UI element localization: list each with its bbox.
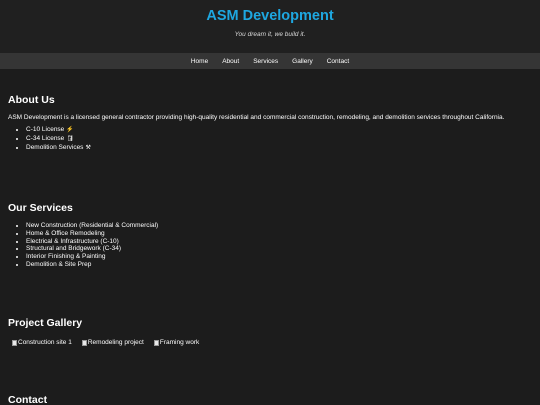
main-nav: Home About Services Gallery Contact: [0, 53, 540, 69]
barrel-icon: 🛢: [66, 135, 74, 142]
list-item: C-10 License⚡: [26, 126, 532, 135]
list-item: Electrical & Infrastructure (C-10): [26, 238, 532, 246]
site-title: ASM Development: [206, 8, 334, 24]
broken-image-icon: [81, 339, 87, 346]
services-heading: Our Services: [8, 202, 73, 214]
gallery-section: Project Gallery Construction site 1 Remo…: [8, 317, 532, 346]
lightning-icon: ⚡: [66, 127, 74, 133]
gallery-heading: Project Gallery: [8, 317, 83, 329]
list-item: C-34 License🛢: [26, 135, 532, 144]
about-section: About Us ASM Development is a licensed g…: [8, 94, 532, 152]
nav-contact[interactable]: Contact: [327, 58, 349, 65]
list-item: Home & Office Remodeling: [26, 230, 532, 238]
nav-about[interactable]: About: [222, 58, 239, 65]
contact-heading: Contact: [8, 394, 48, 405]
hammer-icon: ⚒: [85, 144, 91, 151]
about-heading: About Us: [8, 94, 55, 106]
contact-section: Contact: [8, 394, 532, 405]
services-list: New Construction (Residential & Commerci…: [8, 222, 532, 269]
broken-image-icon: [153, 339, 159, 346]
list-item: Demolition Services⚒: [26, 144, 532, 153]
services-section: Our Services New Construction (Residenti…: [8, 202, 532, 269]
site-tagline: You dream it, we build it.: [234, 31, 306, 38]
list-item: New Construction (Residential & Commerci…: [26, 222, 532, 230]
gallery-image: Remodeling project: [81, 339, 144, 346]
site-header: ASM Development You dream it, we build i…: [0, 0, 540, 53]
license-list: C-10 License⚡ C-34 License🛢 Demolition S…: [8, 126, 532, 152]
about-text: ASM Development is a licensed general co…: [8, 114, 505, 121]
nav-services[interactable]: Services: [253, 58, 278, 65]
list-item: Interior Finishing & Painting: [26, 253, 532, 261]
gallery-image: Framing work: [153, 339, 199, 346]
broken-image-icon: [12, 339, 17, 346]
gallery-image: Construction site 1: [12, 339, 72, 346]
list-item: Demolition & Site Prep: [26, 261, 532, 269]
nav-home[interactable]: Home: [191, 58, 208, 65]
list-item: Structural and Bridgework (C-34): [26, 245, 532, 253]
gallery-grid: Construction site 1 Remodeling project F…: [8, 339, 532, 346]
nav-gallery[interactable]: Gallery: [292, 58, 313, 65]
